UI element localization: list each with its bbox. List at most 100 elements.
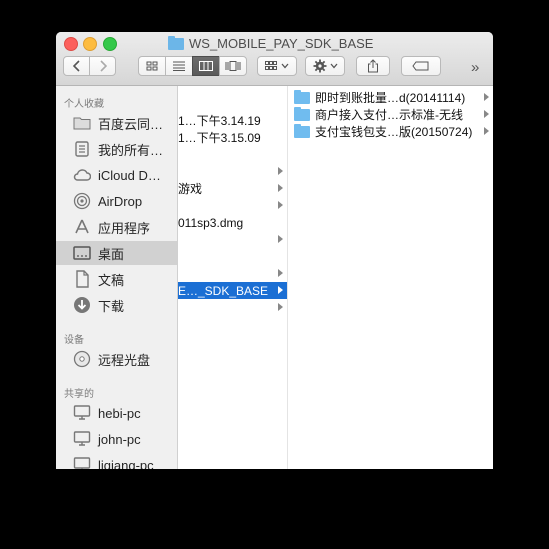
list-view-button[interactable] — [165, 56, 193, 76]
list-item[interactable] — [178, 299, 287, 316]
sidebar-item-label: hebi-pc — [98, 405, 141, 421]
disclosure-arrow-icon — [278, 184, 283, 192]
list-item[interactable] — [178, 265, 287, 282]
browser-column-1: 1…下午3.14.19 1…下午3.15.09 游戏 011sp3.dmg E…… — [178, 86, 288, 469]
folder-item[interactable]: 商户接入支付…示标准-无线 — [288, 106, 493, 123]
list-item[interactable]: 1…下午3.15.09 — [178, 129, 287, 146]
minimize-button[interactable] — [83, 37, 97, 51]
toolbar-overflow-button[interactable]: » — [471, 59, 479, 76]
folder-item-label: 商户接入支付…示标准-无线 — [315, 108, 463, 122]
sidebar-item-liqiang-pc[interactable]: liqiang-pc — [56, 453, 177, 469]
applications-icon — [73, 218, 91, 236]
icon-view-icon — [146, 61, 158, 71]
list-item[interactable]: 011sp3.dmg — [178, 214, 287, 231]
sidebar-item-john-pc[interactable]: john-pc — [56, 427, 177, 451]
title-bar: WS_MOBILE_PAY_SDK_BASE » — [56, 32, 493, 86]
share-icon — [368, 59, 378, 73]
list-item-label: 011sp3.dmg — [178, 215, 244, 230]
disc-icon — [73, 350, 91, 368]
sidebar-item-all-files[interactable]: 我的所有… — [56, 137, 177, 161]
sidebar-item-label: john-pc — [98, 431, 141, 447]
list-item[interactable] — [178, 146, 287, 163]
back-button[interactable] — [63, 56, 90, 76]
folder-icon — [168, 35, 184, 50]
sidebar-item-label: 百度云同… — [98, 116, 164, 132]
disclosure-arrow-icon — [278, 303, 283, 311]
disclosure-arrow-icon — [278, 286, 283, 294]
folder-item-label: 即时到账批量…d(20141114) — [315, 91, 466, 105]
nav-segment — [63, 56, 116, 76]
browser-column-2: 即时到账批量…d(20141114) 商户接入支付…示标准-无线 支付宝钱包支…… — [288, 86, 493, 469]
list-item-label: 1…下午3.15.09 — [178, 131, 261, 145]
window-title-text: WS_MOBILE_PAY_SDK_BASE — [189, 36, 374, 51]
folder-icon — [294, 123, 310, 138]
favorites-header: 个人收藏 — [64, 99, 104, 110]
coverflow-view-icon — [225, 61, 241, 71]
desktop-icon — [73, 244, 91, 262]
sidebar-item-label: 远程光盘 — [98, 352, 151, 368]
sidebar-item-label: liqiang-pc — [98, 457, 154, 470]
arrange-icon — [265, 61, 277, 70]
sidebar-item-label: 我的所有… — [98, 142, 164, 158]
arrange-button[interactable] — [257, 56, 297, 76]
action-button[interactable] — [305, 56, 345, 76]
column-view-button[interactable] — [192, 56, 220, 76]
documents-icon — [73, 270, 91, 288]
forward-button[interactable] — [89, 56, 116, 76]
sidebar-item-airdrop[interactable]: AirDrop — [56, 189, 177, 213]
sidebar: 个人收藏 百度云同… 我的所有… iCloud D… AirDrop 应用程序 … — [56, 86, 178, 469]
computer-icon — [73, 430, 91, 448]
sidebar-item-icloud[interactable]: iCloud D… — [56, 163, 177, 187]
chevron-down-icon — [330, 63, 337, 69]
list-view-icon — [173, 61, 185, 71]
list-item[interactable] — [178, 231, 287, 248]
sidebar-item-baidu[interactable]: 百度云同… — [56, 111, 177, 135]
column-view-icon — [199, 61, 213, 71]
all-files-icon — [73, 140, 91, 158]
sidebar-item-label: 下载 — [98, 298, 125, 314]
sidebar-item-label: 文稿 — [98, 272, 125, 288]
sidebar-item-downloads[interactable]: 下载 — [56, 293, 177, 317]
list-item[interactable] — [178, 163, 287, 180]
list-item[interactable] — [178, 248, 287, 265]
finder-window: WS_MOBILE_PAY_SDK_BASE » 个人收藏 百度云同… 我的所有… — [56, 32, 493, 469]
downloads-icon — [73, 296, 91, 314]
list-item[interactable] — [178, 197, 287, 214]
sidebar-item-applications[interactable]: 应用程序 — [56, 215, 177, 239]
disclosure-arrow-icon — [484, 110, 489, 118]
computer-icon — [73, 404, 91, 422]
disclosure-arrow-icon — [484, 127, 489, 135]
sidebar-item-documents[interactable]: 文稿 — [56, 267, 177, 291]
sidebar-item-remote-disc[interactable]: 远程光盘 — [56, 347, 177, 371]
close-button[interactable] — [64, 37, 78, 51]
folder-icon — [294, 106, 310, 121]
folder-item[interactable]: 即时到账批量…d(20141114) — [288, 89, 493, 106]
folder-icon — [73, 114, 91, 132]
icon-view-button[interactable] — [138, 56, 166, 76]
list-item-label: 1…下午3.14.19 — [178, 114, 261, 128]
list-item-label: 游戏 — [178, 182, 203, 196]
sidebar-item-label: 应用程序 — [98, 220, 151, 236]
sidebar-item-hebi-pc[interactable]: hebi-pc — [56, 401, 177, 425]
shared-header: 共享的 — [64, 389, 94, 400]
list-item[interactable]: 游戏 — [178, 180, 287, 197]
disclosure-arrow-icon — [278, 269, 283, 277]
coverflow-view-button[interactable] — [219, 56, 247, 76]
disclosure-arrow-icon — [278, 201, 283, 209]
chevron-down-icon — [281, 63, 289, 69]
airdrop-icon — [73, 192, 91, 210]
chevron-right-icon — [99, 60, 107, 72]
share-button[interactable] — [356, 56, 390, 76]
folder-icon — [294, 89, 310, 104]
chevron-left-icon — [72, 60, 80, 72]
sidebar-item-desktop[interactable]: 桌面 — [56, 241, 177, 265]
tags-button[interactable] — [401, 56, 441, 76]
folder-item[interactable]: 支付宝钱包支…版(20150724) — [288, 123, 493, 140]
disclosure-arrow-icon — [278, 235, 283, 243]
zoom-button[interactable] — [103, 37, 117, 51]
cloud-icon — [73, 166, 91, 184]
list-item-selected[interactable]: E…_SDK_BASE — [178, 282, 287, 299]
disclosure-arrow-icon — [278, 167, 283, 175]
view-mode-segment — [138, 56, 247, 76]
list-item[interactable]: 1…下午3.14.19 — [178, 112, 287, 129]
